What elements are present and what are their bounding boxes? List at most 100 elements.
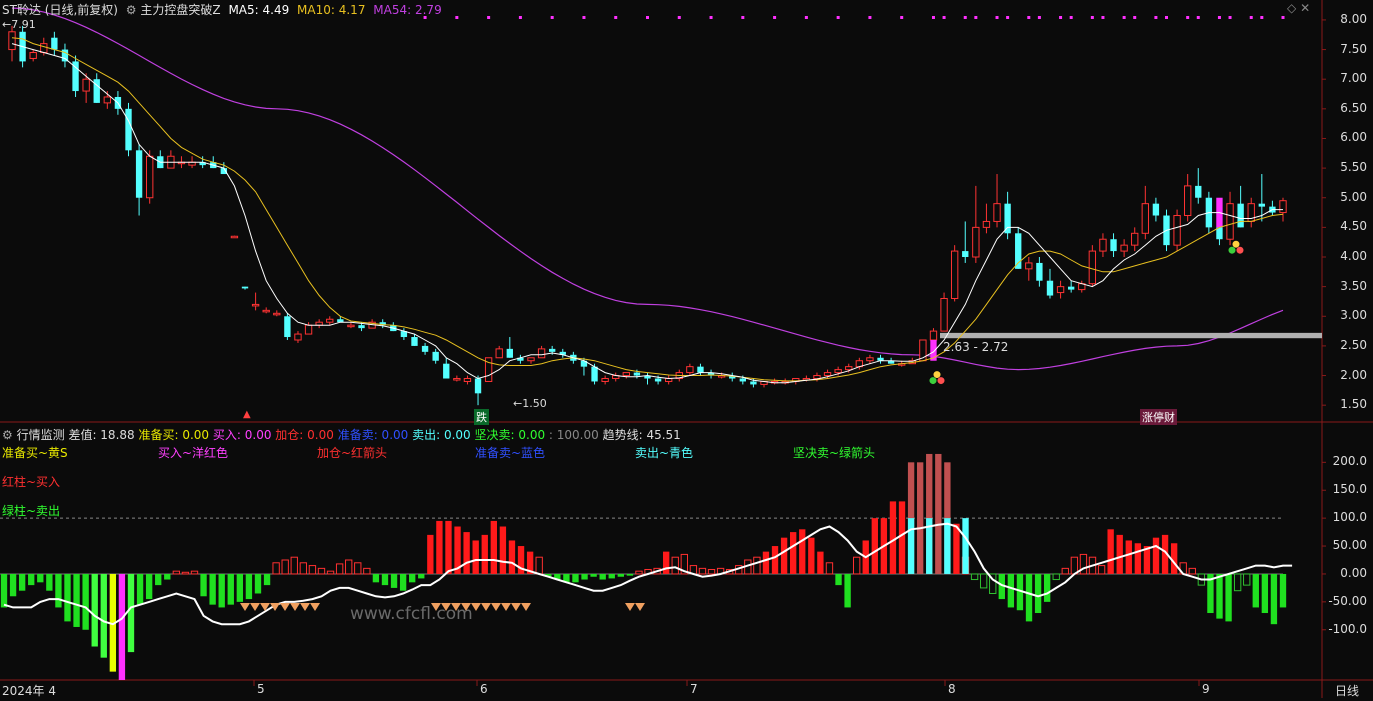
osc-bar — [136, 573, 144, 605]
candle — [559, 348, 566, 358]
candle — [1173, 209, 1181, 252]
candle-body — [1004, 203, 1011, 234]
candle-body — [103, 96, 112, 104]
osc-bar — [1061, 567, 1069, 575]
candle-body — [982, 220, 991, 228]
osc-bar — [445, 520, 452, 574]
osc-bar — [916, 462, 924, 574]
osc-bar — [1070, 556, 1079, 575]
candle-body — [845, 366, 853, 371]
candle — [1056, 280, 1065, 299]
candle — [421, 342, 429, 355]
gear-icon[interactable]: ⚙ — [2, 428, 13, 442]
osc-bar — [145, 573, 153, 600]
candle — [527, 357, 535, 364]
osc-bar — [898, 501, 906, 574]
osc-bar — [399, 573, 407, 591]
candle — [61, 43, 69, 68]
close-icon[interactable]: ✕ — [1300, 1, 1310, 15]
price-tick: 6.50 — [1340, 100, 1367, 115]
osc-bar — [209, 573, 216, 605]
candle-body — [432, 351, 439, 361]
signal-dot — [550, 16, 554, 19]
candle-body — [495, 348, 503, 359]
chart-canvas[interactable]: ▲ — [0, 0, 1373, 698]
ma5-line — [11, 43, 1283, 384]
trend-readout: 趋势线: 45.51 — [602, 428, 681, 442]
signal-dot — [455, 16, 459, 19]
candle — [304, 322, 313, 335]
up-arrow-icon: ▲ — [243, 409, 251, 420]
osc-bar — [617, 573, 624, 577]
osc-bar — [663, 551, 670, 574]
signal-dot — [1122, 16, 1126, 19]
candle — [1226, 191, 1234, 246]
signal-dot — [646, 16, 649, 19]
osc-bar — [427, 534, 434, 574]
candle — [962, 221, 969, 263]
osc-bar — [1125, 540, 1132, 574]
candle — [537, 345, 546, 359]
osc-bar — [73, 573, 80, 627]
candle-body — [823, 372, 832, 377]
signal-dot — [582, 16, 586, 19]
diamond-icon — [280, 603, 290, 611]
osc-bar — [345, 559, 353, 575]
stock-title[interactable]: ST聆达 (日线,前复权) — [2, 3, 118, 17]
osc-bar — [245, 573, 253, 600]
osc-bar — [155, 573, 162, 586]
diamond-icon[interactable]: ◇ — [1287, 1, 1296, 15]
candle — [443, 357, 450, 379]
osc-bar — [28, 573, 35, 586]
diamond-icon — [491, 603, 501, 611]
price-tick: 5.00 — [1340, 189, 1367, 204]
diamond-icon — [300, 603, 310, 611]
osc-bar — [1052, 573, 1060, 581]
indicator-name[interactable]: 主力控盘突破Z — [140, 3, 220, 17]
sell-bar — [944, 518, 951, 574]
flower-icon — [1228, 246, 1236, 254]
candle — [1110, 233, 1117, 258]
limit-up-badge[interactable]: 涨停财 — [1140, 409, 1177, 425]
candle — [697, 363, 704, 376]
signal-dot — [1164, 16, 1168, 19]
candle — [877, 354, 884, 364]
osc-bar — [1216, 573, 1223, 619]
osc-bar — [535, 556, 543, 575]
fall-badge[interactable]: 跌 — [474, 409, 489, 425]
price-tick: 3.00 — [1340, 308, 1367, 323]
time-tick: 9 — [1202, 682, 1210, 696]
candle — [686, 363, 694, 376]
breakout-zone — [940, 332, 1322, 339]
candle — [51, 31, 58, 56]
candle-body — [1036, 262, 1043, 281]
gear-icon[interactable]: ⚙ — [126, 3, 137, 17]
osc-bar — [1007, 573, 1015, 608]
candle — [390, 322, 397, 332]
osc-bar — [1225, 573, 1232, 622]
osc-bar — [707, 568, 716, 575]
candle — [940, 292, 948, 332]
osc-bar — [1134, 543, 1142, 574]
osc-bar — [1243, 573, 1251, 586]
signal-dot — [773, 16, 777, 19]
candle — [72, 55, 79, 97]
time-tick: 7 — [690, 682, 698, 696]
signal-dot — [931, 16, 935, 19]
candle — [125, 102, 132, 157]
candle — [866, 354, 874, 364]
candle — [1025, 257, 1033, 281]
osc-bar — [290, 556, 298, 575]
candle — [463, 375, 472, 385]
osc-bar — [979, 573, 988, 589]
period-label[interactable]: 日线 — [1335, 682, 1359, 699]
candle-body — [40, 43, 48, 54]
ma5-readout: MA5: 4.49 — [228, 3, 290, 17]
candle-body — [51, 37, 58, 50]
signal-dot — [900, 16, 904, 19]
signal-dot — [614, 16, 618, 19]
indicator-name[interactable]: 行情监测 — [17, 428, 65, 442]
sell-readout: 卖出: 0.00 — [412, 428, 471, 442]
candle-body — [1067, 286, 1075, 290]
candle-body — [1110, 239, 1117, 252]
